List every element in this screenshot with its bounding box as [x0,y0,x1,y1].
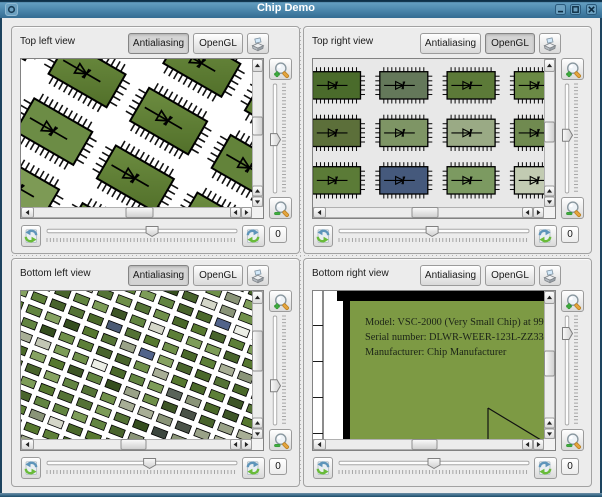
svg-text:Serial number: DLWR-WEER-123L-: Serial number: DLWR-WEER-123L-ZZ33-SDSJ [365,332,544,343]
svg-text:Manufacturer: Chip Manufacture: Manufacturer: Chip Manufacturer [365,347,507,358]
svg-text:Model: VSC-2000 (Very Small Ch: Model: VSC-2000 (Very Small Chip) at 99x… [365,317,544,328]
